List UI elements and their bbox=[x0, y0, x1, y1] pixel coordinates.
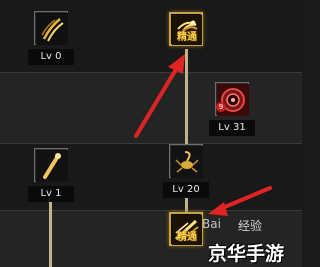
watermark: Bai 经验 京华手游 bbox=[196, 215, 300, 265]
red-arrow-icon bbox=[134, 54, 185, 138]
watermark-text: 经验 bbox=[238, 219, 263, 233]
red-arrow-icon bbox=[208, 186, 272, 216]
baidu-logo: Bai bbox=[202, 217, 221, 231]
brand-watermark: 京华手游 bbox=[208, 243, 285, 265]
